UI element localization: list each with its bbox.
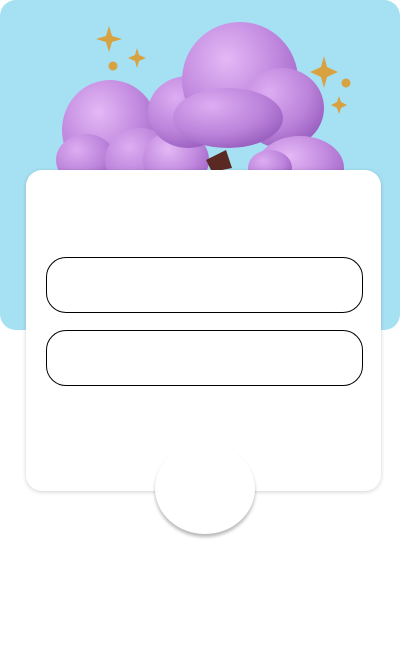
text-input-2[interactable] [46, 330, 363, 386]
text-input-1[interactable] [46, 257, 363, 313]
submit-button[interactable] [155, 443, 255, 534]
